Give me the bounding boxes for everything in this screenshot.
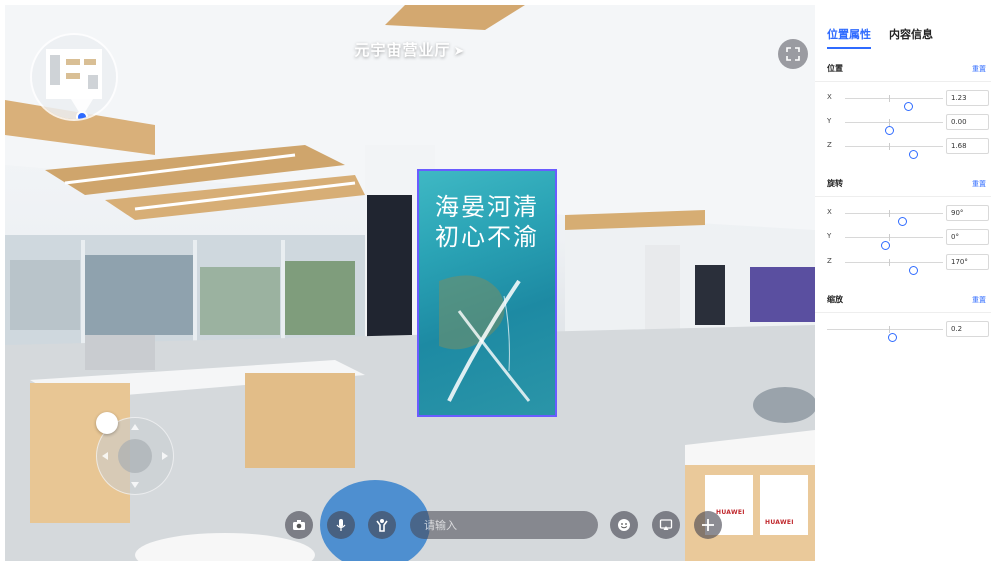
panel-tabs: 位置属性 内容信息 <box>827 26 933 49</box>
position-y-row: Y 0.00 <box>827 114 989 135</box>
slider-thumb[interactable] <box>885 126 895 135</box>
joystick-handle[interactable] <box>96 412 118 434</box>
axis-label: Z <box>827 257 832 265</box>
camera-icon <box>293 520 305 530</box>
joystick-left-icon <box>102 452 108 460</box>
rotation-x-row: X 90° <box>827 205 989 226</box>
slider-center-tick <box>889 234 890 241</box>
slider-track[interactable] <box>845 122 943 135</box>
axis-label: Y <box>827 117 832 125</box>
chat-input[interactable] <box>410 511 598 539</box>
joystick-down-icon <box>131 482 139 488</box>
position-x-row: X 1.23 <box>827 90 989 111</box>
value-input[interactable]: 1.68 <box>946 138 989 154</box>
scene-title: 元宇宙营业厅 ➤ <box>5 39 815 60</box>
camera-button[interactable] <box>285 511 313 539</box>
person-wave-icon <box>376 519 388 532</box>
slider-center-tick <box>889 259 890 266</box>
joystick-right-icon <box>162 452 168 460</box>
slider-thumb[interactable] <box>897 217 907 226</box>
reset-rotation-button[interactable]: 重置 <box>972 179 986 189</box>
scale-row: 0.2 <box>827 321 989 342</box>
section-title-scale: 缩放 <box>827 295 843 304</box>
screen-share-button[interactable] <box>652 511 680 539</box>
poster-artwork <box>439 275 531 402</box>
selected-poster[interactable]: 海晏河清 初心不渝 <box>417 169 557 417</box>
slider-thumb[interactable] <box>881 241 891 250</box>
rotation-z-row: Z 170° <box>827 254 989 275</box>
axis-label: Y <box>827 232 832 240</box>
divider <box>815 196 991 197</box>
microphone-icon <box>336 519 346 531</box>
add-button[interactable] <box>694 511 722 539</box>
value-input[interactable]: 1.23 <box>946 90 989 106</box>
scene-title-text: 元宇宙营业厅 <box>354 41 451 59</box>
divider <box>815 312 991 313</box>
tab-content-info[interactable]: 内容信息 <box>889 26 933 49</box>
axis-label: X <box>827 208 832 216</box>
tab-position-properties[interactable]: 位置属性 <box>827 26 871 49</box>
fullscreen-icon <box>786 47 800 61</box>
slider-track[interactable] <box>845 237 943 250</box>
properties-panel: 位置属性 内容信息 位置 重置 X 1.23 Y 0.00 Z 1.68 旋转 … <box>815 0 991 564</box>
slider-center-tick <box>889 143 890 150</box>
rotation-y-row: Y 0° <box>827 229 989 250</box>
slider-track[interactable] <box>845 262 943 275</box>
scene-viewport[interactable]: 元宇宙营业厅 ➤ 海晏河清 初心不渝 HUAWEI HUAWEI <box>5 5 815 561</box>
section-title-rotation: 旋转 <box>827 179 843 188</box>
value-input[interactable]: 170° <box>946 254 989 270</box>
value-input[interactable]: 0° <box>946 229 989 245</box>
joystick-center <box>118 439 152 473</box>
emoji-icon <box>618 519 630 531</box>
minimap-floorplan <box>46 49 102 119</box>
axis-label: Z <box>827 141 832 149</box>
value-input[interactable]: 0.00 <box>946 114 989 130</box>
slider-track[interactable] <box>845 146 943 159</box>
brand-label-1: HUAWEI <box>716 509 745 516</box>
value-input[interactable]: 0.2 <box>946 321 989 337</box>
slider-track[interactable] <box>827 329 943 342</box>
slider-center-tick <box>889 326 890 333</box>
slider-thumb[interactable] <box>903 102 913 111</box>
minimap[interactable] <box>32 35 116 119</box>
slider-center-tick <box>889 95 890 102</box>
avatar-button[interactable] <box>368 511 396 539</box>
position-z-row: Z 1.68 <box>827 138 989 159</box>
joystick-up-icon <box>131 424 139 430</box>
fullscreen-button[interactable] <box>778 39 808 69</box>
title-arrow-icon: ➤ <box>453 44 466 59</box>
microphone-button[interactable] <box>327 511 355 539</box>
emoji-button[interactable] <box>610 511 638 539</box>
brand-label-2: HUAWEI <box>765 519 794 526</box>
divider <box>815 81 991 82</box>
reset-scale-button[interactable]: 重置 <box>972 295 986 305</box>
slider-center-tick <box>889 119 890 126</box>
section-title-position: 位置 <box>827 64 843 73</box>
slider-thumb[interactable] <box>908 150 918 159</box>
slider-thumb[interactable] <box>887 333 897 342</box>
screen-share-icon <box>659 519 673 530</box>
slider-track[interactable] <box>845 98 943 111</box>
slider-track[interactable] <box>845 213 943 226</box>
reset-position-button[interactable]: 重置 <box>972 64 986 74</box>
slider-center-tick <box>889 210 890 217</box>
plus-icon <box>702 519 714 531</box>
axis-label: X <box>827 93 832 101</box>
slider-thumb[interactable] <box>908 266 918 275</box>
value-input[interactable]: 90° <box>946 205 989 221</box>
